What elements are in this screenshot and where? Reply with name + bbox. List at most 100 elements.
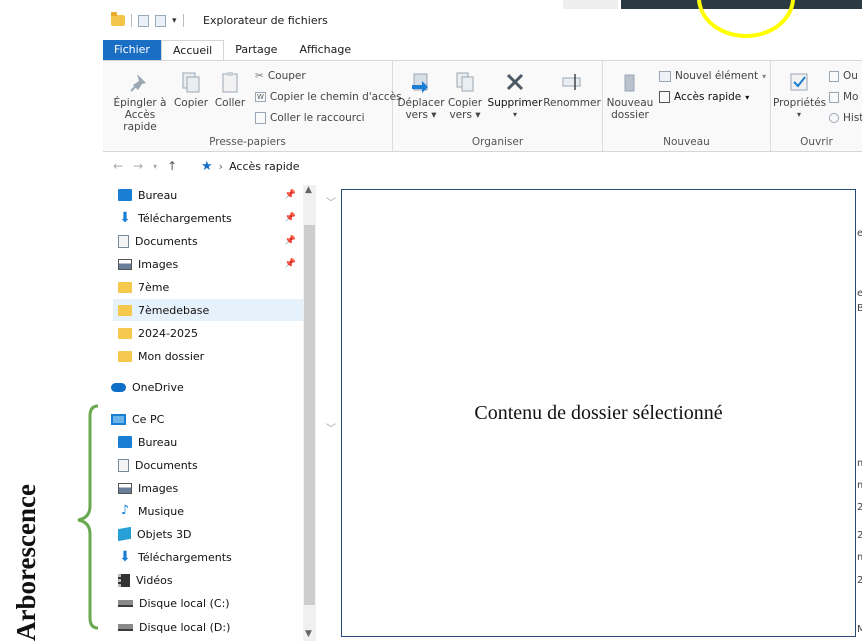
desktop-icon (118, 436, 132, 448)
nav-item-2024-2025[interactable]: 2024-2025 (118, 322, 316, 344)
new-item-label: Nouvel élément (675, 70, 759, 82)
disk-icon (118, 623, 133, 631)
pin-quick-access-button[interactable]: Épingler à Accès rapide (107, 71, 173, 133)
modify-label: Mo (843, 91, 859, 103)
nav-item-disque-d[interactable]: Disque local (D:) (118, 616, 316, 638)
move-to-button[interactable]: Déplacer vers ▾ (397, 71, 445, 121)
nav-item-ce-pc[interactable]: Ce PC (111, 408, 309, 430)
pin-icon[interactable]: 📌 (285, 259, 296, 269)
new-folder-button[interactable]: Nouveau dossier (605, 71, 655, 121)
easy-access-button[interactable]: Accès rapide ▾ (659, 91, 749, 103)
folder-content-area[interactable]: Contenu de dossier sélectionné (341, 189, 856, 637)
copyto-label-line2: vers ▾ (449, 109, 481, 121)
tab-affichage[interactable]: Affichage (288, 40, 362, 60)
clipped-text: Bo (857, 303, 862, 314)
new-item-button[interactable]: Nouvel élément ▾ (659, 70, 766, 82)
nav-item-label: Documents (135, 458, 198, 472)
computer-icon (111, 413, 126, 425)
folder-icon (118, 350, 132, 362)
nav-item-pc-objets-3d[interactable]: Objets 3D (118, 523, 316, 545)
disk-icon (118, 599, 133, 607)
paste-button[interactable]: Coller (211, 71, 249, 109)
nav-item-documents[interactable]: Documents 📌 (118, 230, 316, 252)
separator (131, 14, 132, 27)
modify-button[interactable]: Mo (829, 91, 858, 103)
nav-item-pc-images[interactable]: Images (118, 477, 316, 499)
quick-access-star-icon: ★ (201, 159, 213, 174)
tab-partage[interactable]: Partage (224, 40, 288, 60)
chevron-down-icon[interactable]: ﹀ (326, 194, 336, 209)
copy-path-icon: W (255, 92, 266, 102)
scroll-down-icon[interactable]: ▼ (305, 629, 312, 639)
nav-item-label: Bureau (138, 188, 178, 202)
breadcrumb-quick-access[interactable]: Accès rapide (229, 160, 299, 173)
separator (182, 14, 184, 27)
properties-quick-icon[interactable] (138, 14, 149, 27)
copy-to-button[interactable]: Copier vers ▾ (445, 71, 485, 121)
nav-item-onedrive[interactable]: OneDrive (111, 376, 309, 398)
rename-icon (562, 74, 581, 90)
desktop-icon (118, 189, 132, 201)
tree-bracket (77, 404, 99, 630)
recent-dropdown-icon[interactable]: ▾ (153, 159, 157, 175)
nav-item-label: Téléchargements (138, 550, 232, 564)
clipped-text: 20 (857, 575, 862, 586)
nav-item-label: 2024-2025 (138, 326, 198, 340)
edit-icon (829, 91, 839, 103)
open-icon (829, 70, 839, 82)
open-button[interactable]: Ou (829, 70, 858, 82)
nav-item-disque-c[interactable]: Disque local (C:) (118, 592, 316, 614)
folder-app-icon (111, 12, 125, 26)
scroll-up-icon[interactable]: ▲ (305, 185, 312, 195)
pin-icon (130, 74, 146, 92)
paste-shortcut-button[interactable]: Coller le raccourci (255, 112, 365, 124)
copy-path-button[interactable]: W Copier le chemin d'accès (255, 91, 402, 103)
customize-dropdown-icon[interactable]: ▾ (172, 16, 177, 26)
document-icon (118, 234, 129, 248)
copy-to-icon (456, 72, 474, 92)
tab-fichier[interactable]: Fichier (103, 40, 161, 60)
nav-item-7emedebase[interactable]: 7èmedebase (113, 299, 303, 321)
pin-label-line1: Épingler à (113, 97, 167, 109)
nav-item-label: 7èmedebase (138, 303, 210, 317)
address-bar: ← → ▾ ↑ ★ › Accès rapide (103, 152, 862, 180)
cut-button[interactable]: ✂ Couper (255, 70, 306, 82)
nav-scrollbar[interactable]: ▲ ▼ (303, 185, 316, 641)
scissors-icon: ✂ (255, 70, 264, 82)
history-button[interactable]: Hist (829, 112, 862, 124)
nav-item-mon-dossier[interactable]: Mon dossier (118, 345, 316, 367)
properties-button[interactable]: Propriétés ▾ (773, 71, 827, 121)
nav-item-telechargements[interactable]: ⬇ Téléchargements 📌 (118, 207, 316, 229)
rename-button[interactable]: Renommer (543, 71, 601, 109)
move-to-icon (412, 73, 428, 93)
tab-accueil[interactable]: Accueil (160, 40, 225, 60)
address-path[interactable]: ★ › Accès rapide (201, 159, 300, 174)
nav-item-pc-telechargements[interactable]: ⬇ Téléchargements (118, 546, 316, 568)
nav-item-pc-musique[interactable]: ♪ Musique (118, 500, 316, 522)
nav-item-pc-documents[interactable]: Documents (118, 454, 316, 476)
group-nouveau: Nouveau dossier Nouvel élément ▾ Accès r… (603, 61, 771, 151)
easy-access-label: Accès rapide (674, 91, 742, 103)
back-arrow-icon[interactable]: ← (113, 159, 123, 175)
nav-item-pc-videos[interactable]: Vidéos (118, 569, 316, 591)
pin-icon[interactable]: 📌 (285, 213, 296, 223)
chevron-down-icon[interactable]: ﹀ (326, 420, 336, 435)
up-arrow-icon[interactable]: ↑ (167, 159, 177, 175)
properties-label: Propriétés (773, 97, 827, 109)
folder-icon (118, 304, 132, 316)
navigation-pane: Bureau 📌 ⬇ Téléchargements 📌 Documents 📌… (103, 180, 316, 641)
pin-icon[interactable]: 📌 (285, 236, 296, 246)
nav-item-bureau[interactable]: Bureau 📌 (118, 184, 316, 206)
scrollbar-thumb[interactable] (304, 225, 315, 605)
copy-button[interactable]: Copier (171, 71, 211, 109)
3d-objects-icon (118, 526, 131, 542)
delete-button[interactable]: Supprimer ▾ (487, 71, 543, 121)
nav-item-7eme[interactable]: 7ème (118, 276, 316, 298)
forward-arrow-icon[interactable]: → (133, 159, 143, 175)
nav-item-label: Vidéos (136, 573, 173, 587)
nav-item-images[interactable]: Images 📌 (118, 253, 316, 275)
new-folder-quick-icon[interactable] (155, 14, 166, 27)
history-label: Hist (843, 112, 862, 124)
pin-icon[interactable]: 📌 (285, 190, 296, 200)
nav-item-pc-bureau[interactable]: Bureau (118, 431, 316, 453)
